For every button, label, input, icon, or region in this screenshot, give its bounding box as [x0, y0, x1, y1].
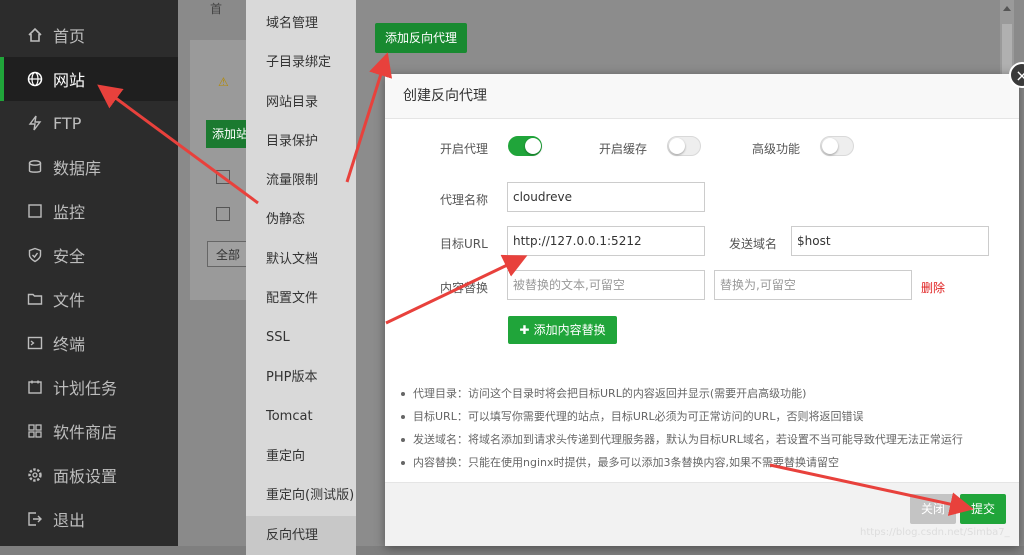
sidebar-item-website[interactable]: 网站	[0, 57, 182, 101]
replace-to-input[interactable]	[714, 270, 912, 300]
proxy-name-label: 代理名称	[440, 193, 489, 207]
sidebar-item-security[interactable]: 安全	[0, 233, 178, 277]
submenu-item-redirect[interactable]: 重定向	[246, 437, 356, 476]
tips-list: 代理目录：访问这个目录时将会把目标URL的内容返回并显示(需要开启高级功能) 目…	[401, 382, 1011, 474]
send-domain-input[interactable]	[791, 226, 989, 256]
content-replace-label: 内容替换	[440, 281, 489, 295]
tip-item: 发送域名：将域名添加到请求头传递到代理服务器，默认为目标URL域名，若设置不当可…	[401, 428, 1011, 451]
globe-icon	[26, 70, 44, 88]
submenu-item-dir-protect[interactable]: 目录保护	[246, 122, 356, 161]
send-domain-label: 发送域名	[729, 237, 778, 251]
calendar-icon	[26, 378, 44, 396]
tip-item: 目标URL：可以填写你需要代理的站点，目标URL必须为可正常访问的URL，否则将…	[401, 405, 1011, 428]
site-settings-menu: 域名管理 子目录绑定 网站目录 目录保护 流量限制 伪静态 默认文档 配置文件 …	[246, 0, 356, 555]
advanced-label: 高级功能	[752, 142, 801, 156]
sidebar-item-label: 计划任务	[53, 379, 118, 398]
grid-icon	[26, 422, 44, 440]
terminal-icon	[26, 334, 44, 352]
submenu-item-config-file[interactable]: 配置文件	[246, 279, 356, 318]
sidebar-item-home[interactable]: 首页	[0, 13, 178, 57]
warning-icon: ⚠	[218, 75, 229, 89]
submenu-item-tomcat[interactable]: Tomcat	[246, 397, 356, 436]
gear-icon	[26, 466, 44, 484]
submit-button[interactable]: 提交	[960, 494, 1006, 524]
sidebar-item-label: 退出	[53, 511, 86, 530]
sidebar-item-terminal[interactable]: 终端	[0, 321, 178, 365]
home-icon	[26, 26, 44, 44]
sidebar-item-label: 终端	[53, 335, 86, 354]
ftp-icon	[26, 114, 44, 132]
folder-icon	[26, 290, 44, 308]
home-breadcrumb[interactable]: 首	[210, 0, 222, 17]
sidebar-item-database[interactable]: 数据库	[0, 145, 178, 189]
proxy-name-input[interactable]	[507, 182, 705, 212]
sidebar-item-label: 文件	[53, 291, 86, 310]
submenu-item-php-version[interactable]: PHP版本	[246, 358, 356, 397]
dialog-title: 创建反向代理	[403, 88, 487, 104]
enable-proxy-toggle[interactable]	[508, 136, 542, 156]
tip-item: 内容替换：只能在使用nginx时提供，最多可以添加3条替换内容,如果不需要替换请…	[401, 451, 1011, 474]
sidebar: 首页 网站 FTP 数据库 监控 安全 文件 终端 计划任务 软件商店 面板设置	[0, 0, 182, 546]
delete-replace-link[interactable]: 删除	[921, 279, 945, 296]
enable-proxy-label: 开启代理	[440, 142, 489, 156]
add-reverse-proxy-button[interactable]: 添加反向代理	[375, 23, 467, 53]
logout-icon	[26, 510, 44, 528]
database-icon	[26, 158, 44, 176]
replace-from-input[interactable]	[507, 270, 705, 300]
sidebar-item-label: 网站	[53, 71, 86, 90]
submenu-item-reverse-proxy[interactable]: 反向代理	[246, 516, 356, 555]
sidebar-item-files[interactable]: 文件	[0, 277, 178, 321]
row-checkbox[interactable]	[216, 170, 230, 184]
add-content-replace-button[interactable]: ✚ 添加内容替换	[508, 316, 617, 344]
sidebar-item-monitor[interactable]: 监控	[0, 189, 178, 233]
submenu-item-domain[interactable]: 域名管理	[246, 4, 356, 43]
enable-cache-label: 开启缓存	[599, 142, 648, 156]
submenu-item-rewrite[interactable]: 伪静态	[246, 200, 356, 239]
create-proxy-dialog: 创建反向代理 开启代理 开启缓存 高级功能 代理名称 目标URL 发送域名 内容…	[385, 74, 1019, 546]
monitor-icon	[26, 202, 44, 220]
target-url-label: 目标URL	[440, 237, 488, 251]
sidebar-item-settings[interactable]: 面板设置	[0, 453, 178, 497]
close-button[interactable]: 关闭	[910, 494, 956, 524]
submenu-item-redirect-beta[interactable]: 重定向(测试版)	[246, 476, 356, 515]
filter-select[interactable]: 全部分	[207, 241, 251, 267]
watermark: https://blog.csdn.net/Simba7_	[860, 527, 1010, 538]
sidebar-item-cron[interactable]: 计划任务	[0, 365, 178, 409]
sidebar-item-label: FTP	[53, 113, 82, 133]
plus-icon: ✚	[519, 323, 534, 337]
row-checkbox[interactable]	[216, 207, 230, 221]
submenu-item-default-doc[interactable]: 默认文档	[246, 240, 356, 279]
sidebar-item-label: 监控	[53, 203, 86, 222]
submenu-item-traffic-limit[interactable]: 流量限制	[246, 161, 356, 200]
sidebar-item-label: 安全	[53, 247, 86, 266]
sidebar-item-label: 首页	[53, 27, 86, 46]
enable-cache-toggle[interactable]	[667, 136, 701, 156]
dialog-header: 创建反向代理	[385, 74, 1019, 119]
sidebar-item-store[interactable]: 软件商店	[0, 409, 178, 453]
advanced-toggle[interactable]	[820, 136, 854, 156]
tip-item: 代理目录：访问这个目录时将会把目标URL的内容返回并显示(需要开启高级功能)	[401, 382, 1011, 405]
sidebar-item-label: 软件商店	[53, 423, 118, 442]
submenu-item-subdir-binding[interactable]: 子目录绑定	[246, 43, 356, 82]
scroll-up-icon[interactable]	[1003, 6, 1011, 11]
sidebar-item-ftp[interactable]: FTP	[0, 101, 178, 145]
sidebar-item-label: 面板设置	[53, 467, 118, 486]
target-url-input[interactable]	[507, 226, 705, 256]
submenu-item-ssl[interactable]: SSL	[246, 318, 356, 357]
shield-icon	[26, 246, 44, 264]
sidebar-item-logout[interactable]: 退出	[0, 497, 178, 541]
submenu-item-site-dir[interactable]: 网站目录	[246, 83, 356, 122]
add-site-button[interactable]: 添加站	[206, 120, 250, 148]
sidebar-item-label: 数据库	[53, 159, 102, 178]
